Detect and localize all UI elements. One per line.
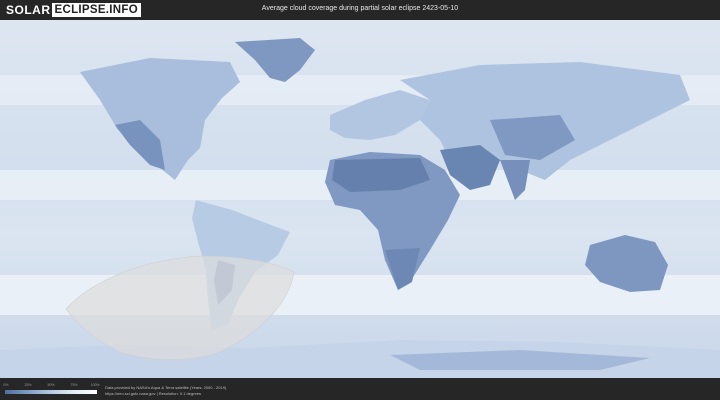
legend-tick-75: 75% [70, 383, 78, 387]
cloud-coverage-legend-bar [5, 390, 97, 394]
source-link-text[interactable]: https://neo.sci.gsfc.nasa.gov | Resoluti… [105, 391, 201, 396]
legend-tick-labels: 0% 25% 50% 75% 100% [3, 383, 100, 389]
legend-tick-50: 50% [47, 383, 55, 387]
footer-bar: 0% 25% 50% 75% 100% Data provided by NAS… [0, 378, 720, 400]
legend-tick-0: 0% [3, 383, 9, 387]
cloud-coverage-map [0, 20, 720, 378]
header-bar: SOLAR ECLIPSE.INFO Average cloud coverag… [0, 0, 720, 20]
legend-tick-25: 25% [24, 383, 32, 387]
legend-tick-100: 100% [90, 383, 100, 387]
page-title: Average cloud coverage during partial so… [261, 5, 459, 12]
data-credit-text: Data provided by NASA's Aqua & Terra sat… [105, 385, 227, 390]
